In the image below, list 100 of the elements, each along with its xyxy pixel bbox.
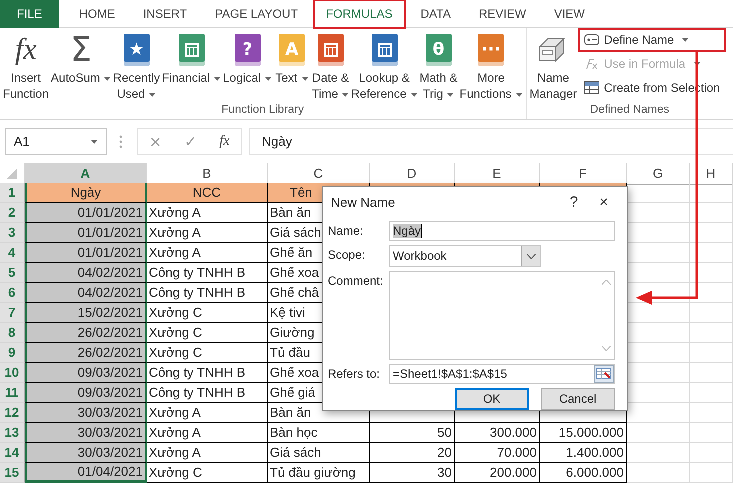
row-header[interactable]: 5 [0, 263, 25, 283]
table-cell: 01/04/2021 [25, 463, 147, 483]
insert-function-button[interactable]: fx [216, 134, 234, 150]
row-header[interactable]: 13 [0, 423, 25, 443]
column-header[interactable]: G [627, 163, 690, 185]
column-header[interactable]: H [690, 163, 733, 185]
table-cell: 20 [370, 443, 455, 463]
function-icon [584, 57, 600, 71]
book-icon: A [279, 34, 306, 66]
ribbon-button[interactable]: θ Math & Trig [418, 28, 459, 102]
ribbon-button[interactable]: A Text [273, 28, 312, 86]
book-icon: θ [426, 34, 452, 66]
table-cell: 300.000 [455, 423, 540, 443]
row-header[interactable]: 15 [0, 463, 25, 483]
ribbon-tab[interactable]: VIEW [542, 0, 597, 28]
row-header[interactable]: 2 [0, 203, 25, 223]
table-cell: 26/02/2021 [25, 343, 147, 363]
table-icon [584, 81, 600, 95]
column-heading-cell: NCC [147, 183, 268, 203]
row-header[interactable]: 4 [0, 243, 25, 263]
table-cell: Công ty TNHH B [147, 363, 268, 383]
table-cell: 50 [370, 423, 455, 443]
table-cell: 70.000 [455, 443, 540, 463]
table-cell: 200.000 [455, 463, 540, 483]
name-field[interactable]: Ngày [389, 221, 615, 241]
scope-dropdown[interactable]: Workbook [389, 245, 541, 267]
table-cell: 1.400.000 [540, 443, 627, 463]
table-cell: 6.000.000 [540, 463, 627, 483]
ribbon-button[interactable]: Name Manager [528, 28, 578, 102]
row-header[interactable]: 11 [0, 383, 25, 403]
caret-icon [91, 140, 98, 144]
group-label: Function Library [220, 103, 306, 118]
formula-input[interactable]: Ngày [249, 128, 733, 155]
ribbon-button[interactable]: ★ Recently Used [112, 28, 162, 102]
row-header[interactable]: 14 [0, 443, 25, 463]
column-heading-cell: Ngày [25, 183, 147, 203]
ribbon-button[interactable]: Financial [161, 28, 222, 86]
row-header[interactable]: 7 [0, 303, 25, 323]
scroll-up-icon [602, 280, 610, 285]
field-label: Name: [328, 223, 364, 238]
row-header[interactable]: 6 [0, 283, 25, 303]
file-tab[interactable]: FILE [0, 0, 60, 28]
collapse-dialog-icon[interactable] [594, 365, 614, 383]
comment-field[interactable] [389, 271, 615, 360]
table-cell: 01/01/2021 [25, 203, 147, 223]
ok-button[interactable]: OK [455, 388, 529, 410]
table-cell: Xưởng A [147, 443, 268, 463]
ribbon-tab[interactable]: PAGE LAYOUT [203, 0, 310, 28]
ribbon-button[interactable]: ··· More Functions [458, 28, 524, 102]
table-cell: Xưởng A [147, 223, 268, 243]
table-cell: Xưởng A [147, 423, 268, 443]
ribbon-tab[interactable]: REVIEW [466, 0, 538, 28]
ribbon-tab[interactable]: HOME [67, 0, 128, 28]
table-cell: Công ty TNHH B [147, 383, 268, 403]
close-button[interactable]: × [589, 192, 619, 212]
grip-icon [119, 134, 123, 148]
ribbon-button[interactable]: Define Name [578, 28, 726, 52]
row-header[interactable]: 9 [0, 343, 25, 363]
table-cell: 01/01/2021 [25, 243, 147, 263]
table-cell: Xưởng A [147, 243, 268, 263]
table-cell: Xưởng C [147, 463, 268, 483]
name-box[interactable]: A1 [5, 128, 107, 155]
table-cell: Xưởng C [147, 343, 268, 363]
table-cell: Xưởng C [147, 323, 268, 343]
scroll-down-icon [602, 346, 610, 351]
sigma-icon: Σ [70, 30, 92, 70]
table-cell: 09/03/2021 [25, 363, 147, 383]
table-cell: Công ty TNHH B [147, 263, 268, 283]
ribbon-tab[interactable]: INSERT [131, 0, 200, 28]
table-cell: Công ty TNHH B [147, 283, 268, 303]
table-cell: 26/02/2021 [25, 323, 147, 343]
ribbon-button[interactable]: Lookup & Reference [350, 28, 419, 102]
book-icon: ··· [478, 34, 504, 66]
table-cell: 09/03/2021 [25, 383, 147, 403]
help-button[interactable]: ? [559, 192, 589, 212]
ribbon-button[interactable]: Σ AutoSum [50, 28, 112, 86]
ribbon-tab[interactable]: FORMULAS [314, 0, 405, 28]
ribbon-button[interactable]: fx Insert Function [2, 28, 50, 102]
table-cell: 30/03/2021 [25, 443, 147, 463]
table-cell: Tủ đầu giường [268, 463, 370, 483]
table-cell: 04/02/2021 [25, 283, 147, 303]
group-label: Defined Names [589, 103, 671, 118]
ribbon-tab[interactable]: DATA [408, 0, 463, 28]
table-cell: 30/03/2021 [25, 423, 147, 443]
row-header[interactable]: 3 [0, 223, 25, 243]
book-icon: ★ [124, 34, 150, 66]
cancel-button[interactable]: Cancel [541, 388, 615, 410]
refers-to-field[interactable]: =Sheet1!$A$1:$A$15 [389, 364, 615, 384]
table-cell: Xưởng C [147, 303, 268, 323]
column-header[interactable]: A [25, 163, 147, 185]
row-header[interactable]: 12 [0, 403, 25, 423]
select-all-icon[interactable] [7, 168, 17, 178]
table-cell: Xưởng A [147, 403, 268, 423]
table-cell: Giá sách [268, 443, 370, 463]
row-header[interactable]: 10 [0, 363, 25, 383]
ribbon-button[interactable]: Date & Time [311, 28, 350, 102]
row-header[interactable]: 8 [0, 323, 25, 343]
row-header[interactable]: 1 [0, 183, 25, 203]
ribbon-button[interactable]: ? Logical [222, 28, 274, 86]
table-cell: 04/02/2021 [25, 263, 147, 283]
